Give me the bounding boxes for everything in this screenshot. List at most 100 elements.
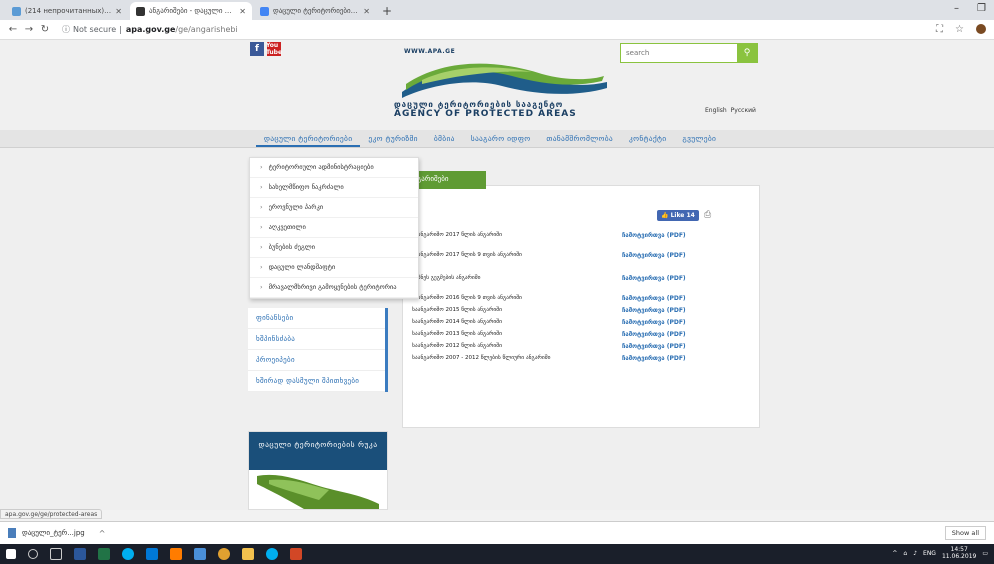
search-icon[interactable]: ⚲: [737, 44, 757, 62]
lang-english[interactable]: English: [705, 107, 727, 114]
report-download-link[interactable]: ჩამოტვირთვა (PDF): [622, 232, 686, 239]
minimize-button[interactable]: –: [954, 3, 959, 14]
dropdown-item-label: მრავალმხრივი გამოყენების ტერიტორია: [268, 283, 397, 291]
nav-item-eco-tourism[interactable]: ეკო ტურიზმი: [360, 130, 425, 147]
chevron-up-icon[interactable]: ^: [892, 550, 897, 557]
translate-icon[interactable]: ⛶: [936, 24, 943, 35]
report-row: საანგარიშო 2017 წლის 9 თვის ანგარიში ჩამო…: [412, 252, 752, 259]
facebook-like-button[interactable]: 👍 Like 14: [657, 210, 699, 221]
bookmark-star-icon[interactable]: ☆: [955, 24, 964, 35]
report-download-link[interactable]: ჩამოტვირთვა (PDF): [622, 355, 686, 362]
forward-icon[interactable]: →: [22, 24, 36, 35]
browser-tab-active[interactable]: ანგარიშები - დაცული ტერი ✕: [130, 2, 252, 20]
dropdown-item[interactable]: › ბუნების ძეგლი: [250, 238, 418, 258]
browser-tab[interactable]: (214 непрочитанных) — liko_sc ✕: [6, 2, 128, 20]
download-item[interactable]: დაცული_ტერ...jpg: [22, 529, 85, 537]
dropdown-item[interactable]: › აღკვეთილი: [250, 218, 418, 238]
report-title: საანგარიშო 2012 წლის ანგარიში: [412, 343, 502, 349]
report-download-link[interactable]: ჩამოტვირთვა (PDF): [622, 252, 686, 259]
nav-item-protected-areas[interactable]: დაცული ტერიტორიები: [255, 130, 361, 147]
photos-icon[interactable]: [194, 548, 206, 560]
sidebar-item-projects[interactable]: პროეიპები: [248, 350, 385, 371]
language-switcher: English Русский: [705, 107, 756, 114]
chevron-right-icon: ›: [260, 223, 263, 231]
report-download-link[interactable]: ჩამოტვირთვა (PDF): [622, 319, 686, 326]
file-explorer-icon[interactable]: [242, 548, 254, 560]
dropdown-item[interactable]: › ეროვნული პარკი: [250, 198, 418, 218]
network-icon[interactable]: ⌂: [903, 550, 907, 557]
lang-russian[interactable]: Русский: [731, 107, 756, 114]
logo-georgian-name: დაცული ტერიტორიების სააგენტო: [394, 100, 564, 109]
sidebar-item-finance[interactable]: ფინანსები: [248, 308, 385, 329]
chrome-icon[interactable]: [218, 548, 230, 560]
search-input[interactable]: [621, 44, 737, 62]
report-download-link[interactable]: ჩამოტვირთვა (PDF): [622, 295, 686, 302]
skype-business-icon[interactable]: [266, 548, 278, 560]
nav-item[interactable]: სააგარო იდფო: [463, 130, 539, 147]
site-icon: [136, 6, 145, 16]
illustrator-icon[interactable]: [170, 548, 182, 560]
skype-icon[interactable]: [122, 548, 134, 560]
separator: |: [119, 25, 122, 34]
nav-item-cooperation[interactable]: თანამშრომლობა: [538, 130, 621, 147]
main-navigation: დაცული ტერიტორიები ეკო ტურიზმი ბმბია საა…: [0, 130, 994, 148]
input-language[interactable]: ENG: [923, 550, 936, 557]
report-download-link[interactable]: ჩამოტვირთვა (PDF): [622, 331, 686, 338]
print-icon[interactable]: ⎙: [704, 210, 711, 220]
like-label: Like 14: [670, 212, 695, 219]
report-download-link[interactable]: ჩამოტვირთვა (PDF): [622, 343, 686, 350]
mail-icon: [12, 6, 21, 16]
excel-icon[interactable]: [98, 548, 110, 560]
close-icon[interactable]: ✕: [115, 7, 122, 16]
dropdown-item[interactable]: › დაცული ლანდშაფტი: [250, 258, 418, 278]
word-icon[interactable]: [74, 548, 86, 560]
maximize-button[interactable]: ❐: [977, 3, 986, 14]
chevron-up-icon[interactable]: ^: [99, 529, 106, 538]
volume-icon[interactable]: ♪: [913, 550, 917, 557]
sidebar-item[interactable]: ხშპინსძაბა: [248, 329, 385, 350]
clock[interactable]: 14:57 11.06.2019: [942, 546, 976, 560]
reload-icon[interactable]: ↻: [38, 24, 52, 35]
report-title: საანგარიშო 2016 წლის 9 თვის ანგარიში: [412, 295, 522, 301]
report-row: საანგარიშო 2012 წლის ანგარიში ჩამოტვირთვა…: [412, 343, 752, 350]
site-logo[interactable]: WWW.APA.GE დაცული ტერიტორიების სააგენტო …: [388, 46, 618, 128]
task-view-icon[interactable]: [50, 548, 62, 560]
new-tab-button[interactable]: +: [382, 4, 392, 18]
sidebar-item-faq[interactable]: ხშირად დასმული შპითხვები: [248, 371, 385, 392]
site-header: f You Tube WWW.APA.GE დაცული ტერიტორიები…: [0, 40, 994, 130]
chevron-right-icon: ›: [260, 163, 263, 171]
outlook-icon[interactable]: [146, 548, 158, 560]
close-icon[interactable]: ✕: [363, 7, 370, 16]
powerpoint-icon[interactable]: [290, 548, 302, 560]
browser-tab[interactable]: დაცული ტერიტორიების სა ✕: [254, 2, 376, 20]
chevron-right-icon: ›: [260, 183, 263, 191]
nav-item-contact[interactable]: კონტაქტი: [621, 130, 674, 147]
report-download-link[interactable]: ჩამოტვირთვა (PDF): [622, 275, 686, 282]
nav-item[interactable]: ბმბია: [426, 130, 463, 147]
toolbar-icons: ⛶ ☆: [936, 24, 986, 35]
dropdown-item[interactable]: › ტერიტორიული ადმინისტრაციები: [250, 158, 418, 178]
back-icon[interactable]: ←: [6, 24, 20, 35]
nav-item[interactable]: გვულები: [674, 130, 724, 147]
show-all-button[interactable]: Show all: [944, 526, 986, 540]
dropdown-item[interactable]: › მრავალმხრივი გამოყენების ტერიტორია: [250, 278, 418, 298]
report-row: საანგარიშო 2015 წლის ანგარიში ჩამოტვირთვა…: [412, 307, 752, 314]
protected-areas-map-widget[interactable]: დაცული ტერიტორიების რუკა: [248, 431, 388, 510]
facebook-icon[interactable]: f: [250, 42, 264, 56]
url-field[interactable]: apa.gov.ge/ge/angarishebi: [126, 25, 238, 34]
dropdown-item[interactable]: › სახელმწიფო ნაკრძალი: [250, 178, 418, 198]
close-icon[interactable]: ✕: [239, 7, 246, 16]
notification-icon[interactable]: ▭: [982, 550, 988, 557]
clock-time: 14:57: [950, 546, 968, 553]
security-indicator[interactable]: ⓘ Not secure |: [62, 24, 122, 35]
dropdown-item-label: ბუნების ძეგლი: [268, 243, 316, 251]
youtube-icon[interactable]: You Tube: [266, 42, 282, 56]
search-icon[interactable]: [28, 549, 38, 559]
browser-tab-bar: (214 непрочитанных) — liko_sc ✕ ანგარიშე…: [0, 0, 994, 20]
info-icon: ⓘ: [62, 25, 70, 34]
tab-title: დაცული ტერიტორიების სა: [273, 7, 360, 15]
report-row: საანგარიშო 2017 წლის ანგარიში ჩამოტვირთვა…: [412, 232, 752, 239]
report-download-link[interactable]: ჩამოტვირთვა (PDF): [622, 307, 686, 314]
windows-start-icon[interactable]: [6, 549, 16, 559]
profile-avatar[interactable]: [976, 24, 986, 34]
